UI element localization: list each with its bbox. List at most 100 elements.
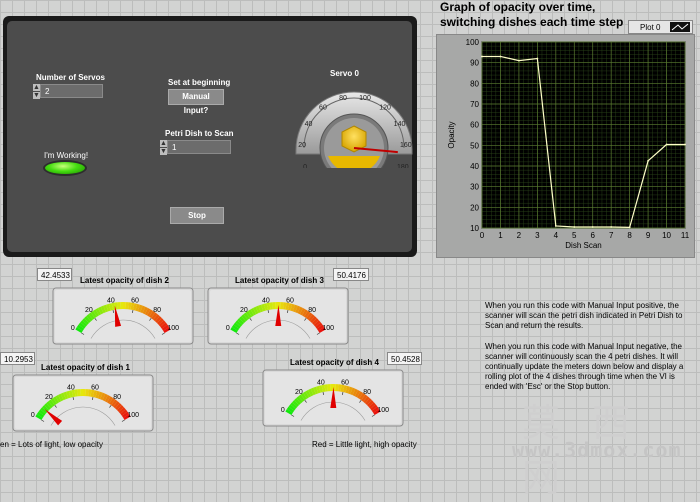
x-tick-label: 11 [681,231,690,240]
y-tick-labels: 10 20 30 40 50 60 70 80 90 100 [466,38,480,233]
x-tick-label: 4 [554,231,559,240]
series-point [518,59,520,62]
y-axis-label: Opacity [447,121,456,148]
legend-line-swatch [670,22,690,32]
y-tick-label: 20 [470,203,479,212]
meter-color-segment [123,302,126,310]
description-para2: When you run this code with Manual Input… [485,342,684,391]
series-point [684,143,686,146]
y-tick-label: 70 [470,100,479,109]
series-point [573,226,576,228]
x-tick-label: 2 [517,231,522,240]
servo-dial[interactable]: 0 20 40 60 80 100 120 140 160 180 [288,78,418,168]
y-tick-label: 30 [470,183,479,192]
meter-tick-label: 20 [295,389,303,396]
graph-title-line1: Graph of opacity over time, [440,0,596,14]
servo-tick-label: 160 [400,142,412,149]
caption-red: Red = Little light, high opacity [312,440,417,449]
meter-color-segment [83,389,86,397]
x-tick-labels: 0 1 2 3 4 5 6 7 8 9 10 11 [480,231,690,240]
dish1-readout: 10.2953 [0,352,35,365]
dish3-readout: 50.4176 [333,268,369,281]
meter-face [15,377,151,429]
meter-tick-label: 0 [71,325,75,332]
x-tick-label: 3 [535,231,540,240]
increment-arrow-icon[interactable]: ▲ [160,140,167,147]
series-point [628,226,631,229]
caption-green: en = Lots of light, low opacity [0,440,103,449]
dish1-meter: 0 20 40 60 80 100 [12,374,154,432]
dish3-title: Latest opacity of dish 3 [235,276,324,285]
meter-tick-label: 0 [226,325,230,332]
meter-face [55,290,191,342]
meter-tick-label: 100 [322,325,334,332]
servo-tick-label: 60 [319,104,327,111]
x-tick-label: 6 [591,231,596,240]
servo-tick-label: 20 [298,142,306,149]
meter-tick-label: 40 [67,384,75,391]
meter-tick-label: 40 [262,297,270,304]
legend-label: Plot 0 [640,23,661,32]
meter-tick-label: 100 [127,412,139,419]
meter-tick-label: 60 [341,379,349,386]
y-tick-label: 100 [466,38,480,47]
dish2-meter: 0 20 40 60 80 100 [52,287,194,345]
dish4-readout: 50.4528 [387,352,422,365]
series-point [536,57,539,60]
dish3-meter: 0 20 40 60 80 100 [207,287,349,345]
meter-tick-label: 0 [31,412,35,419]
increment-arrow-icon[interactable]: ▲ [33,84,40,91]
meter-tick-label: 60 [286,297,294,304]
opacity-graph[interactable]: 10 20 30 40 50 60 70 80 90 100 0 1 2 3 4 5 6 7 8 9 10 11 Dis… [436,34,695,258]
series-point [665,143,668,146]
y-tick-label: 50 [470,141,479,150]
x-tick-label: 9 [646,231,651,240]
x-axis-label: Dish Scan [565,241,601,250]
meter-color-segment [120,302,123,310]
series-point [610,226,613,228]
servo-tick-label: 180 [397,164,409,168]
meter-tick-label: 0 [281,407,285,414]
meter-tick-label: 100 [167,325,179,332]
series-point [647,159,649,162]
dish4-meter: 0 20 40 60 80 100 [262,369,404,427]
x-tick-label: 5 [572,231,577,240]
meter-color-segment [80,389,83,397]
meter-tick-label: 60 [131,297,139,304]
petri-dish-label: Petri Dish to Scan [165,129,234,138]
decrement-arrow-icon[interactable]: ▼ [160,148,167,155]
meter-color-segment [330,384,333,392]
num-servos-label: Number of Servos [36,73,105,82]
dish1-title: Latest opacity of dish 1 [41,363,130,372]
working-label: I'm Working! [44,151,89,160]
x-tick-label: 7 [609,231,614,240]
meter-tick-label: 60 [91,384,99,391]
plot-legend[interactable]: Plot 0 [628,20,693,34]
meter-tick-label: 20 [45,394,53,401]
servo-knob-fill [328,156,380,168]
manual-input-button[interactable]: Manual Input? [168,89,224,115]
series-point [554,225,557,227]
servo-tick-label: 120 [379,104,391,111]
dish4-title: Latest opacity of dish 4 [290,358,379,367]
meter-tick-label: 20 [240,307,248,314]
series-point [481,55,483,58]
dish2-title: Latest opacity of dish 2 [80,276,169,285]
set-at-beginning-label: Set at beginning [168,78,231,87]
petri-dish-input[interactable]: 1 [167,140,231,154]
x-tick-label: 1 [498,231,503,240]
servo-tick-label: 40 [305,121,313,128]
stop-button[interactable]: Stop [170,207,224,224]
num-servos-stepper[interactable]: ▲ ▼ [33,84,40,99]
servo-tick-label: 140 [394,121,406,128]
y-tick-label: 60 [470,121,479,130]
decrement-arrow-icon[interactable]: ▼ [33,92,40,99]
y-tick-label: 80 [470,79,479,88]
num-servos-input[interactable]: 2 [40,84,103,98]
x-tick-label: 0 [480,231,485,240]
meter-tick-label: 20 [85,307,93,314]
meter-tick-label: 80 [113,394,121,401]
meter-tick-label: 40 [317,379,325,386]
petri-dish-stepper[interactable]: ▲ ▼ [160,140,167,155]
series-point [499,55,502,58]
